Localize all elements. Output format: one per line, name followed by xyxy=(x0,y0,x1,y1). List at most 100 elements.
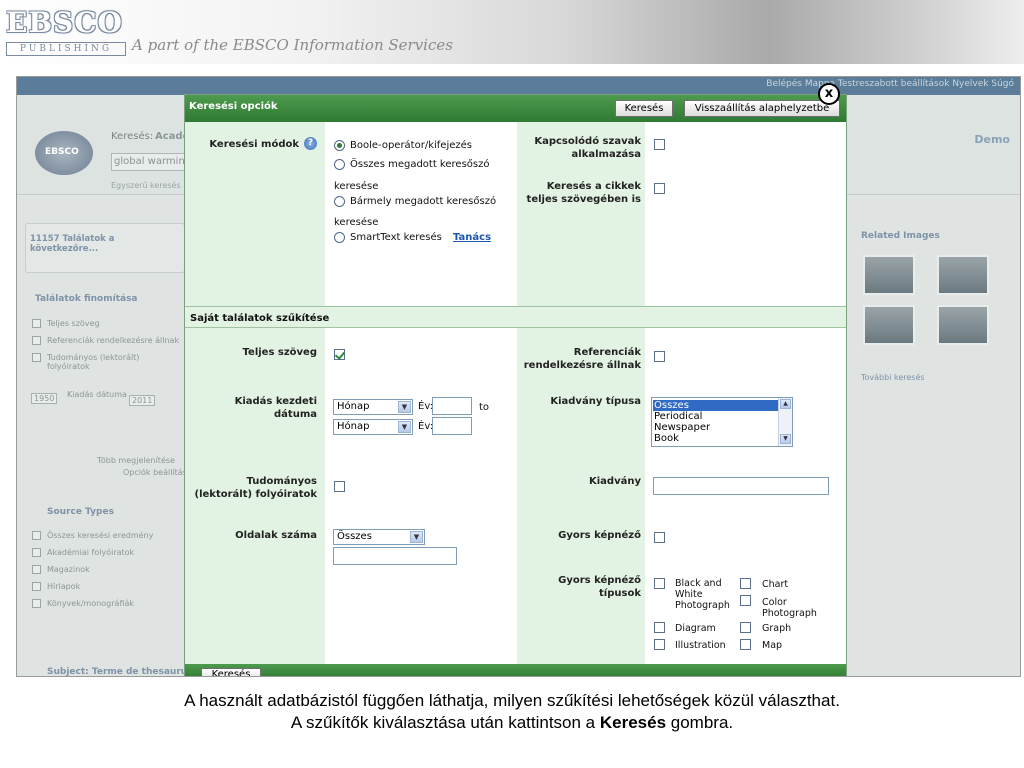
ebsco-host-logo-text: EBSCO xyxy=(45,147,79,157)
section2-right-label-column xyxy=(517,328,645,664)
image-type-color-checkbox[interactable] xyxy=(740,595,751,606)
slide: EBSCO PUBLISHING A part of the EBSCO Inf… xyxy=(0,0,1024,768)
section2-title: Saját találatok szűkítése xyxy=(190,313,330,324)
top-nav-bar: Belépés Mappa Testreszabott beállítások … xyxy=(17,77,1020,95)
demo-label: Demo xyxy=(974,133,1010,146)
ebsco-screenshot: Belépés Mappa Testreszabott beállítások … xyxy=(16,76,1021,677)
radio-all-words[interactable] xyxy=(334,159,345,170)
search-modes-label: Keresési módok xyxy=(209,139,299,150)
peer-reviewed-checkbox[interactable] xyxy=(334,481,345,492)
bottom-search-button[interactable]: Keresés xyxy=(201,668,261,676)
radio-boolean-label: Boole-operátor/kifejezés xyxy=(350,140,472,151)
fulltext-checkbox[interactable] xyxy=(334,349,345,360)
refine-fulltext-checkbox[interactable] xyxy=(32,319,41,328)
radio-any-words-label-cont: keresése xyxy=(334,217,379,228)
search-options-dialog: Keresési opciók Keresés Visszaállítás al… xyxy=(184,94,847,676)
month-select-end[interactable]: Hónap ▼ xyxy=(333,419,413,435)
thesaurus-title[interactable]: Subject: Terme de thesaurus xyxy=(47,667,193,676)
quick-view-types-label: Gyors képnéző típusok xyxy=(558,575,641,599)
image-type-color-label: Color Photograph xyxy=(762,597,817,619)
caption-line-2-bold: Keresés xyxy=(599,713,667,732)
references-label: Referenciák rendelkezésre állnak xyxy=(523,347,641,371)
image-type-bw-checkbox[interactable] xyxy=(654,578,665,589)
related-words-label: Kapcsolódó szavak alkalmazása xyxy=(534,136,641,160)
source-item: Magazinok xyxy=(47,565,90,574)
more-options-link[interactable]: Több megjelenítése xyxy=(97,456,175,465)
hint-link[interactable]: Tanács xyxy=(453,231,491,244)
image-type-graph-checkbox[interactable] xyxy=(740,622,751,633)
refine-peer-checkbox[interactable] xyxy=(32,353,41,362)
quick-view-checkbox[interactable] xyxy=(654,532,665,543)
more-images-link[interactable]: További keresés xyxy=(861,373,925,382)
search-label: Keresés: xyxy=(111,131,154,142)
pub-type-listbox[interactable]: Összes Periodical Newspaper Book ▲ ▼ xyxy=(651,397,793,447)
image-type-map-checkbox[interactable] xyxy=(740,639,751,650)
dialog-footer: Keresés xyxy=(185,664,846,676)
image-type-illustration-checkbox[interactable] xyxy=(654,639,665,650)
radio-smarttext-label: SmartText keresés xyxy=(350,232,442,243)
image-type-diagram-checkbox[interactable] xyxy=(654,622,665,633)
chevron-up-icon[interactable]: ▲ xyxy=(780,399,791,409)
year-input-start[interactable] xyxy=(432,397,472,415)
year-label-start: Év: xyxy=(418,401,434,412)
image-type-chart-checkbox[interactable] xyxy=(740,578,751,589)
source-checkbox[interactable] xyxy=(32,565,41,574)
pub-type-option[interactable]: Összes xyxy=(653,400,778,411)
radio-all-words-label-cont: keresése xyxy=(334,181,379,192)
image-type-graph-label: Graph xyxy=(762,623,792,634)
source-types-title[interactable]: Source Types xyxy=(47,507,114,517)
publication-input[interactable] xyxy=(653,477,829,495)
pages-select[interactable]: Összes ▼ xyxy=(333,529,425,545)
pub-date-label: Kiadás kezdeti dátuma xyxy=(234,396,317,420)
radio-any-words[interactable] xyxy=(334,196,345,207)
related-image-thumbnail[interactable] xyxy=(863,305,915,345)
logo-sub-text: PUBLISHING xyxy=(6,42,126,56)
chevron-down-icon: ▼ xyxy=(398,401,411,413)
close-icon[interactable]: x xyxy=(818,83,840,105)
refine-title[interactable]: Találatok finomítása xyxy=(35,294,138,304)
related-image-thumbnail[interactable] xyxy=(863,255,915,295)
ebsco-logo: EBSCO PUBLISHING xyxy=(6,8,126,56)
chevron-down-icon[interactable]: ▼ xyxy=(780,434,791,444)
caption-line-2-pre: A szűkítők kiválasztása után kattintson … xyxy=(290,713,600,732)
simple-search-link[interactable]: Egyszerű keresés xyxy=(111,181,181,190)
help-icon[interactable]: ? xyxy=(304,137,317,150)
month-select-start-value: Hónap xyxy=(337,401,370,412)
source-item: Akadémiai folyóiratok xyxy=(47,548,135,557)
chevron-down-icon: ▼ xyxy=(410,531,423,543)
related-words-checkbox[interactable] xyxy=(654,139,665,150)
related-image-thumbnail[interactable] xyxy=(937,305,989,345)
pub-type-option[interactable]: Book xyxy=(653,433,679,444)
pub-type-option[interactable]: Newspaper xyxy=(653,422,710,433)
banner-tagline: A part of the EBSCO Information Services xyxy=(132,36,453,54)
source-checkbox[interactable] xyxy=(32,531,41,540)
date-to-input[interactable]: 2011 xyxy=(129,395,156,406)
radio-boolean[interactable] xyxy=(334,140,345,151)
image-type-chart-label: Chart xyxy=(762,579,789,590)
pages-input[interactable] xyxy=(333,547,457,565)
refine-references-checkbox[interactable] xyxy=(32,336,41,345)
source-checkbox[interactable] xyxy=(32,599,41,608)
month-select-start[interactable]: Hónap ▼ xyxy=(333,399,413,415)
radio-smarttext[interactable] xyxy=(334,232,345,243)
date-from-input[interactable]: 1950 xyxy=(31,393,58,404)
search-input[interactable]: global warming xyxy=(111,153,191,171)
refine-item: Referenciák rendelkezésre állnak xyxy=(47,336,180,345)
results-count: 11157 Találatok a következőre... xyxy=(30,234,115,254)
source-checkbox[interactable] xyxy=(32,548,41,557)
pub-type-option[interactable]: Periodical xyxy=(653,411,702,422)
source-item: Összes keresési eredmény xyxy=(47,531,154,540)
options-settings-link[interactable]: Opciók beállítása xyxy=(123,468,192,477)
references-checkbox[interactable] xyxy=(654,351,665,362)
year-input-end[interactable] xyxy=(432,417,472,435)
listbox-scrollbar[interactable]: ▲ ▼ xyxy=(778,398,792,446)
search-button[interactable]: Keresés xyxy=(615,100,673,117)
related-image-thumbnail[interactable] xyxy=(937,255,989,295)
fulltext-search-checkbox[interactable] xyxy=(654,183,665,194)
related-images-title[interactable]: Related Images xyxy=(861,231,940,241)
source-checkbox[interactable] xyxy=(32,582,41,591)
top-nav-links[interactable]: Belépés Mappa Testreszabott beállítások … xyxy=(766,79,1014,89)
image-type-map-label: Map xyxy=(762,640,783,651)
peer-reviewed-label: Tudományos (lektorált) folyóiratok xyxy=(194,476,317,500)
reset-button[interactable]: Visszaállítás alaphelyzetbe xyxy=(684,100,840,117)
